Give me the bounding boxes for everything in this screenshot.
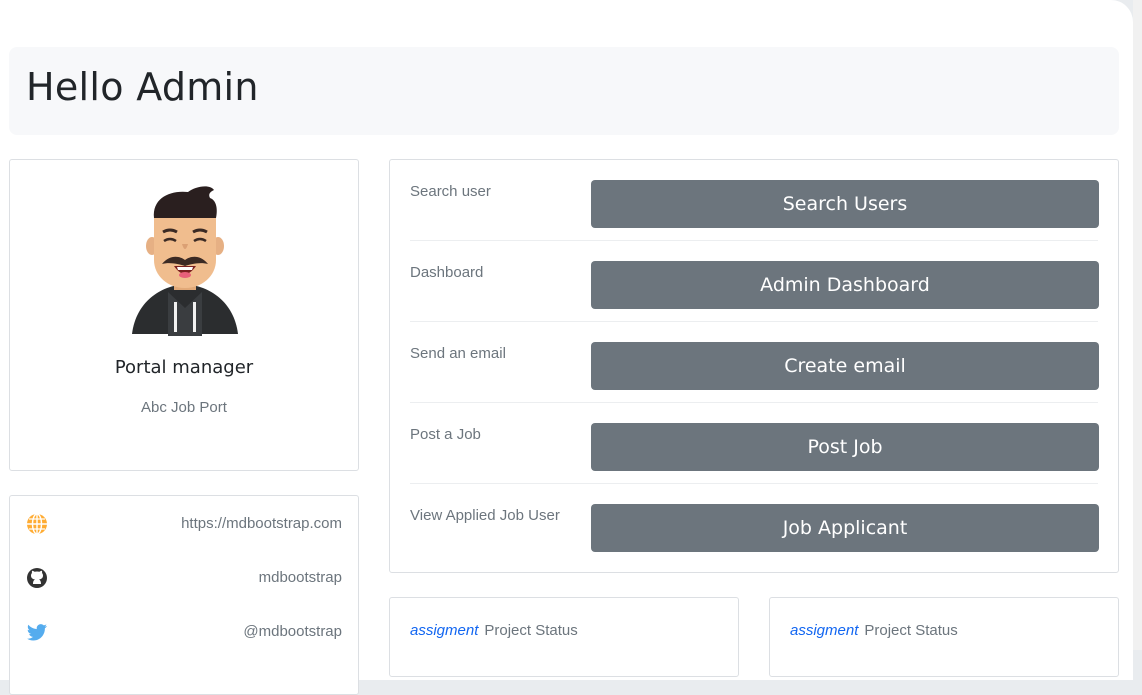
action-label: Dashboard <box>410 264 484 281</box>
admin-actions-card: Search user Search Users Dashboard Admin… <box>389 159 1119 573</box>
profile-company: Abc Job Port <box>141 399 227 416</box>
vertical-scrollbar[interactable] <box>1133 0 1142 650</box>
link-item-github[interactable]: mdbootstrap <box>10 550 358 604</box>
profile-name: Portal manager <box>114 357 254 378</box>
avatar <box>132 186 238 336</box>
project-status-card: assigment Project Status <box>769 597 1119 677</box>
status-tag: assigment <box>790 622 859 639</box>
link-text: https://mdbootstrap.com <box>181 515 342 532</box>
create-email-button[interactable]: Create email <box>591 342 1099 390</box>
action-row-dashboard: Dashboard Admin Dashboard <box>410 241 1099 322</box>
social-links-card: https://mdbootstrap.com mdbootstrap @mdb… <box>9 495 359 695</box>
link-item-website[interactable]: https://mdbootstrap.com <box>10 496 358 550</box>
action-label: Search user <box>410 183 491 200</box>
job-applicant-button[interactable]: Job Applicant <box>591 504 1099 552</box>
status-label: Project Status <box>484 622 578 639</box>
status-label: Project Status <box>864 622 958 639</box>
project-status-card: assigment Project Status <box>389 597 739 677</box>
link-text: mdbootstrap <box>258 569 342 586</box>
action-label: View Applied Job User <box>410 507 560 524</box>
action-label: Post a Job <box>410 426 481 443</box>
status-card-title: assigment Project Status <box>790 622 958 639</box>
post-job-button[interactable]: Post Job <box>591 423 1099 471</box>
action-row-search: Search user Search Users <box>410 160 1099 241</box>
status-card-title: assigment Project Status <box>410 622 578 639</box>
admin-dashboard-button[interactable]: Admin Dashboard <box>591 261 1099 309</box>
github-icon <box>27 568 47 588</box>
globe-icon <box>27 513 47 535</box>
page-surface: Hello Admin Portal manager Abc Job Port … <box>0 0 1133 695</box>
search-users-button[interactable]: Search Users <box>591 180 1099 228</box>
page-title: Hello Admin <box>26 65 259 109</box>
page-header: Hello Admin <box>9 47 1119 135</box>
action-label: Send an email <box>410 345 506 362</box>
twitter-icon <box>26 624 47 641</box>
action-row-post-job: Post a Job Post Job <box>410 403 1099 484</box>
link-text: @mdbootstrap <box>243 623 342 640</box>
profile-card: Portal manager Abc Job Port <box>9 159 359 471</box>
action-row-applicants: View Applied Job User Job Applicant <box>410 484 1099 565</box>
action-row-email: Send an email Create email <box>410 322 1099 403</box>
status-tag: assigment <box>410 622 479 639</box>
